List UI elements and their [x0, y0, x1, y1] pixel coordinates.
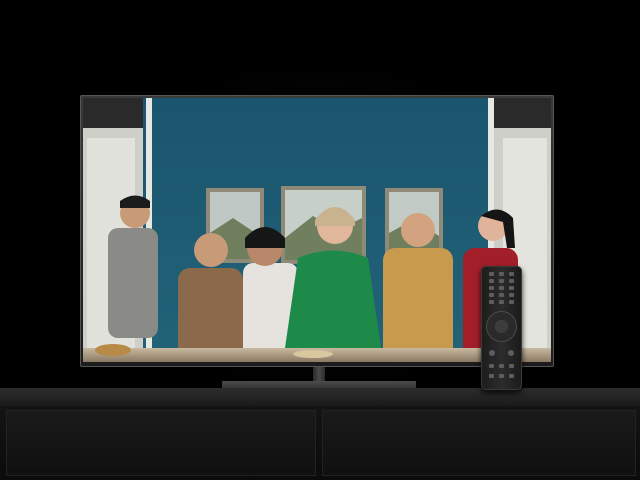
remote-button: [489, 286, 494, 290]
tv-scene: [0, 0, 640, 480]
remote-button: [489, 374, 494, 378]
remote-button: [499, 300, 504, 304]
remote-button: [499, 364, 504, 368]
remote-button: [489, 279, 494, 283]
remote-button: [509, 300, 514, 304]
remote-button: [508, 350, 514, 356]
remote-button: [509, 272, 514, 276]
remote-button: [509, 293, 514, 297]
remote-button: [489, 293, 494, 297]
remote-button: [509, 374, 514, 378]
remote-button: [499, 374, 504, 378]
remote-button: [499, 279, 504, 283]
remote-button: [499, 286, 504, 290]
remote-button: [509, 279, 514, 283]
remote-button: [509, 286, 514, 290]
remote-button: [499, 293, 504, 297]
cabinet-door-left: [6, 410, 316, 476]
remote-button: [499, 272, 504, 276]
remote-button: [489, 364, 494, 368]
tv-cabinet-top: [0, 388, 640, 406]
cabinet-door-right: [322, 410, 636, 476]
dpad-icon: [486, 311, 517, 342]
remote-button: [489, 272, 494, 276]
remote-button: [489, 300, 494, 304]
remote-button: [489, 350, 495, 356]
remote-button: [509, 364, 514, 368]
tv-stand-neck: [313, 367, 325, 382]
